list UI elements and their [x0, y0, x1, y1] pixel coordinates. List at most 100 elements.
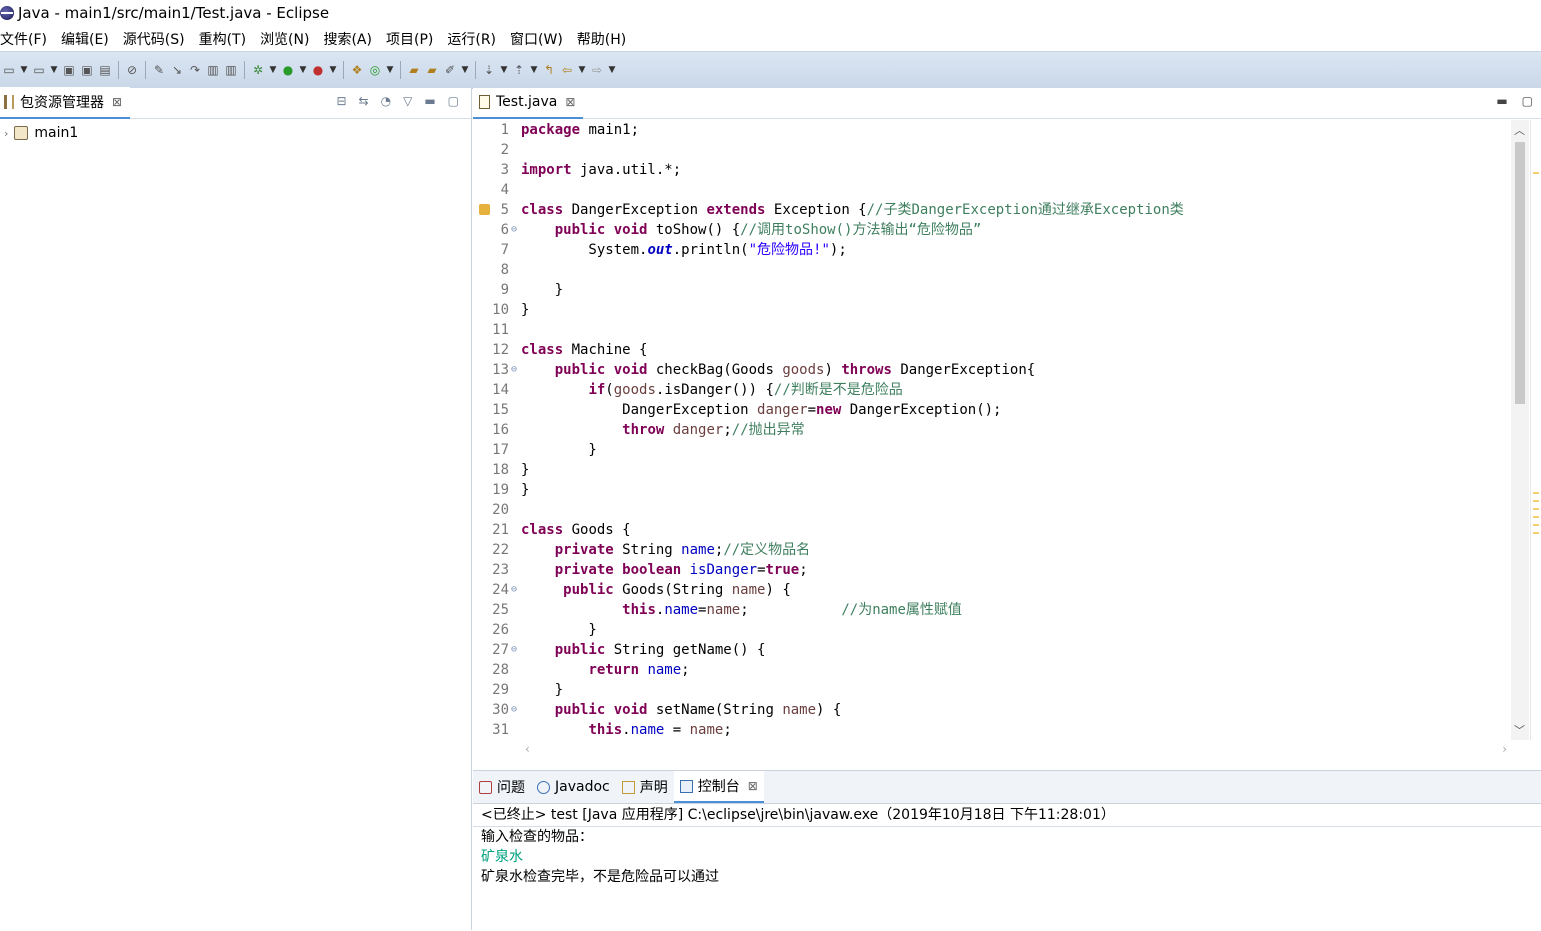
- fold-collapse-icon[interactable]: ⊖: [509, 640, 519, 660]
- scrollbar-thumb[interactable]: [1515, 142, 1525, 404]
- open-type-icon[interactable]: ▰: [407, 63, 421, 77]
- save-all-icon[interactable]: ▣: [80, 63, 94, 77]
- code-line[interactable]: 28 return name;: [473, 660, 1511, 680]
- next-annotation-icon[interactable]: ⇣: [482, 63, 496, 77]
- debug-dropdown-icon[interactable]: ▼: [269, 63, 277, 77]
- step-into-icon[interactable]: ↘: [170, 63, 184, 77]
- code-line[interactable]: 5 class DangerException extends Exception…: [473, 200, 1511, 220]
- forward-icon[interactable]: ⇨: [590, 63, 604, 77]
- overview-marker[interactable]: [1533, 500, 1539, 502]
- code-line[interactable]: 13 ⊖ public void checkBag(Goods goods) th…: [473, 360, 1511, 380]
- editor-vertical-scrollbar[interactable]: ︿ ﹀: [1511, 120, 1529, 740]
- code-editor[interactable]: 1 package main1; 2 3 import java.util.*; 4 5 cl…: [473, 120, 1511, 740]
- code-line[interactable]: 29 }: [473, 680, 1511, 700]
- minimize-icon[interactable]: ▬: [424, 94, 435, 108]
- focus-on-active-task-icon[interactable]: ◔: [381, 94, 391, 108]
- debug-icon[interactable]: ✲: [251, 63, 265, 77]
- code-line[interactable]: 9 }: [473, 280, 1511, 300]
- fold-collapse-icon[interactable]: ⊖: [509, 220, 519, 240]
- maximize-icon[interactable]: ▢: [1522, 94, 1533, 108]
- minimize-icon[interactable]: ▬: [1496, 94, 1507, 108]
- skip-breakpoints-icon[interactable]: ⊘: [125, 63, 139, 77]
- code-line[interactable]: 11: [473, 320, 1511, 340]
- tab-problems[interactable]: 问题: [473, 772, 531, 802]
- new-wizard-icon[interactable]: ▭: [32, 63, 46, 77]
- new-wizard-dropdown-icon[interactable]: ▼: [50, 63, 58, 77]
- close-icon[interactable]: ⊠: [112, 95, 122, 109]
- code-line[interactable]: 30 ⊖ public void setName(String name) {: [473, 700, 1511, 720]
- code-line[interactable]: 23 private boolean isDanger=true;: [473, 560, 1511, 580]
- code-line[interactable]: 26 }: [473, 620, 1511, 640]
- code-line[interactable]: 3 import java.util.*;: [473, 160, 1511, 180]
- chevron-up-icon[interactable]: ︿: [1514, 122, 1525, 138]
- menu-item[interactable]: 重构(T): [199, 29, 253, 49]
- code-line[interactable]: 21 class Goods {: [473, 520, 1511, 540]
- code-line[interactable]: 31 this.name = name;: [473, 720, 1511, 740]
- tab-console[interactable]: 控制台 ⊠: [673, 771, 764, 803]
- overview-marker[interactable]: [1533, 516, 1539, 518]
- menu-item[interactable]: 浏览(N): [260, 29, 316, 49]
- code-line[interactable]: 15 DangerException danger=new DangerExce…: [473, 400, 1511, 420]
- use-step-filters-icon[interactable]: ▥: [224, 63, 238, 77]
- link-with-editor-icon[interactable]: ⇆: [359, 94, 369, 108]
- tab-test-java[interactable]: Test.java ⊠: [473, 87, 584, 119]
- code-line[interactable]: 6 ⊖ public void toShow() {//调用toShow()方法输…: [473, 220, 1511, 240]
- forward-dropdown-icon[interactable]: ▼: [608, 63, 616, 77]
- code-line[interactable]: 7 System.out.println("危险物品!");: [473, 240, 1511, 260]
- overview-marker[interactable]: [1533, 172, 1539, 174]
- code-line[interactable]: 24 ⊖ public Goods(String name) {: [473, 580, 1511, 600]
- menu-item[interactable]: 搜索(A): [323, 29, 379, 49]
- tab-package-explorer[interactable]: 包资源管理器 ⊠: [0, 87, 131, 119]
- overview-marker[interactable]: [1533, 524, 1539, 526]
- code-line[interactable]: 10}: [473, 300, 1511, 320]
- collapse-all-icon[interactable]: ⊟: [336, 94, 346, 108]
- chevron-right-icon[interactable]: ›: [4, 127, 8, 140]
- new-java-class-icon[interactable]: ◎: [368, 63, 382, 77]
- next-annotation-dropdown-icon[interactable]: ▼: [500, 63, 508, 77]
- code-line[interactable]: 14 if(goods.isDanger()) {//判断是不是危险品: [473, 380, 1511, 400]
- overview-marker[interactable]: [1533, 508, 1539, 510]
- code-line[interactable]: 22 private String name;//定义物品名: [473, 540, 1511, 560]
- open-task-icon[interactable]: ▰: [425, 63, 439, 77]
- code-line[interactable]: 16 throw danger;//抛出异常: [473, 420, 1511, 440]
- code-line[interactable]: 8: [473, 260, 1511, 280]
- menu-item[interactable]: 项目(P): [386, 29, 440, 49]
- save-icon[interactable]: ▣: [62, 63, 76, 77]
- fold-collapse-icon[interactable]: ⊖: [509, 360, 519, 380]
- menu-item[interactable]: 帮助(H): [577, 29, 633, 49]
- previous-annotation-icon[interactable]: ⇡: [512, 63, 526, 77]
- fold-collapse-icon[interactable]: ⊖: [509, 700, 519, 720]
- fold-collapse-icon[interactable]: ⊖: [509, 580, 519, 600]
- chevron-right-icon[interactable]: ›: [1502, 742, 1507, 756]
- code-line[interactable]: 18}: [473, 460, 1511, 480]
- close-icon[interactable]: ⊠: [565, 95, 575, 109]
- menu-item[interactable]: 编辑(E): [61, 29, 116, 49]
- run-icon[interactable]: ●: [281, 63, 295, 77]
- run-dropdown-icon[interactable]: ▼: [299, 63, 307, 77]
- menu-item[interactable]: 源代码(S): [123, 29, 192, 49]
- maximize-icon[interactable]: ▢: [448, 94, 459, 108]
- code-line[interactable]: 27 ⊖ public String getName() {: [473, 640, 1511, 660]
- menu-item[interactable]: 文件(F): [0, 29, 54, 49]
- close-icon[interactable]: ⊠: [748, 779, 758, 793]
- external-tools-icon[interactable]: ●: [311, 63, 325, 77]
- tree-item-main1[interactable]: › main1: [0, 119, 471, 141]
- menu-item[interactable]: 运行(R): [447, 29, 503, 49]
- view-menu-icon[interactable]: ▽: [403, 94, 412, 108]
- code-line[interactable]: 1 package main1;: [473, 120, 1511, 140]
- new-icon[interactable]: ▭: [2, 63, 16, 77]
- previous-annotation-dropdown-icon[interactable]: ▼: [530, 63, 538, 77]
- overview-ruler[interactable]: [1530, 120, 1541, 740]
- step-over-icon[interactable]: ↷: [188, 63, 202, 77]
- external-tools-dropdown-icon[interactable]: ▼: [329, 63, 337, 77]
- new-class-dropdown-icon[interactable]: ▼: [386, 63, 394, 77]
- overview-marker[interactable]: [1533, 532, 1539, 534]
- code-line[interactable]: 25 this.name=name; //为name属性赋值: [473, 600, 1511, 620]
- code-line[interactable]: 4: [473, 180, 1511, 200]
- code-line[interactable]: 17 }: [473, 440, 1511, 460]
- back-dropdown-icon[interactable]: ▼: [578, 63, 586, 77]
- code-line[interactable]: 12 class Machine {: [473, 340, 1511, 360]
- new-dropdown-icon[interactable]: ▼: [20, 63, 28, 77]
- overview-marker[interactable]: [1533, 492, 1539, 494]
- chevron-down-icon[interactable]: ﹀: [1514, 722, 1525, 738]
